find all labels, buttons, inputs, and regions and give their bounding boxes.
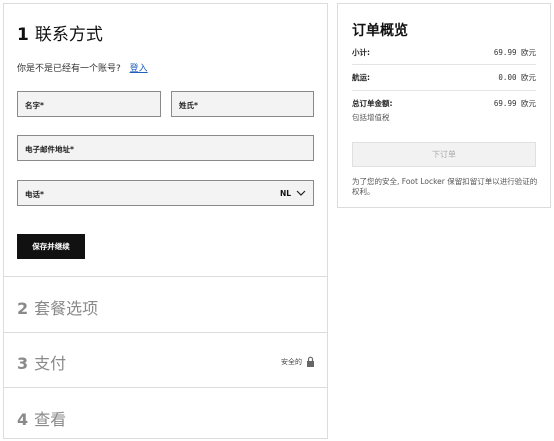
phone-label: 电话* (25, 190, 44, 199)
checkout-panel: 1 联系方式 你是不是已经有一个账号? 登入 名字* 姓氏* 电子邮件地址* 电话… (3, 3, 328, 439)
total-label: 总订单金额: (352, 99, 393, 108)
account-prompt-row: 你是不是已经有一个账号? 登入 (17, 61, 148, 74)
chevron-down-icon (296, 190, 306, 196)
account-prompt-text: 你是不是已经有一个账号? (17, 64, 121, 74)
login-link[interactable]: 登入 (130, 64, 148, 74)
country-code-select[interactable]: NL (280, 187, 307, 199)
lock-icon (307, 356, 314, 367)
place-order-button[interactable]: 下订单 (352, 142, 536, 167)
subtotal-value: 69.99 欧元 (493, 48, 536, 57)
secure-indicator: 安全的 (281, 356, 315, 367)
order-summary-title: 订单概览 (352, 23, 408, 39)
step-2-heading[interactable]: 2 套餐选项 (17, 295, 98, 319)
step-2-number: 2 (17, 299, 29, 318)
divider (4, 276, 327, 277)
first-name-field[interactable]: 名字* (17, 91, 161, 117)
divider (4, 387, 327, 388)
step-4-number: 4 (17, 410, 29, 429)
step-3-number: 3 (17, 354, 29, 373)
phone-field[interactable]: 电话* NL (17, 180, 314, 206)
save-and-continue-button[interactable]: 保存并继续 (17, 234, 85, 259)
first-name-label: 名字* (25, 101, 44, 110)
step-1-title: 联系方式 (34, 25, 103, 45)
email-field[interactable]: 电子邮件地址* (17, 135, 314, 161)
step-1-heading: 1 联系方式 (17, 20, 103, 45)
shipping-label: 航运: (352, 73, 370, 82)
shipping-value: 0.00 欧元 (498, 73, 536, 82)
divider (4, 332, 327, 333)
last-name-field[interactable]: 姓氏* (171, 91, 314, 117)
step-3-heading[interactable]: 3 支付 (17, 350, 66, 374)
order-summary-panel: 订单概览 小计: 69.99 欧元 航运: 0.00 欧元 总订单金额: 69.… (337, 3, 551, 208)
tax-note: 包括增值税 (352, 113, 390, 122)
verification-notice: 为了您的安全, Foot Locker 保留扣留订单以进行验证的权利。 (352, 177, 538, 196)
total-value: 69.99 欧元 (493, 99, 536, 108)
step-4-title: 查看 (34, 410, 67, 429)
secure-label: 安全的 (281, 357, 302, 366)
step-2-title: 套餐选项 (34, 299, 99, 318)
step-4-heading[interactable]: 4 查看 (17, 406, 66, 430)
step-3-title: 支付 (34, 354, 67, 373)
email-label: 电子邮件地址* (25, 145, 74, 154)
divider (352, 64, 536, 65)
last-name-label: 姓氏* (179, 101, 198, 110)
country-code-value: NL (279, 188, 291, 198)
divider (352, 90, 536, 91)
step-1-number: 1 (17, 25, 29, 45)
subtotal-label: 小计: (352, 48, 370, 57)
